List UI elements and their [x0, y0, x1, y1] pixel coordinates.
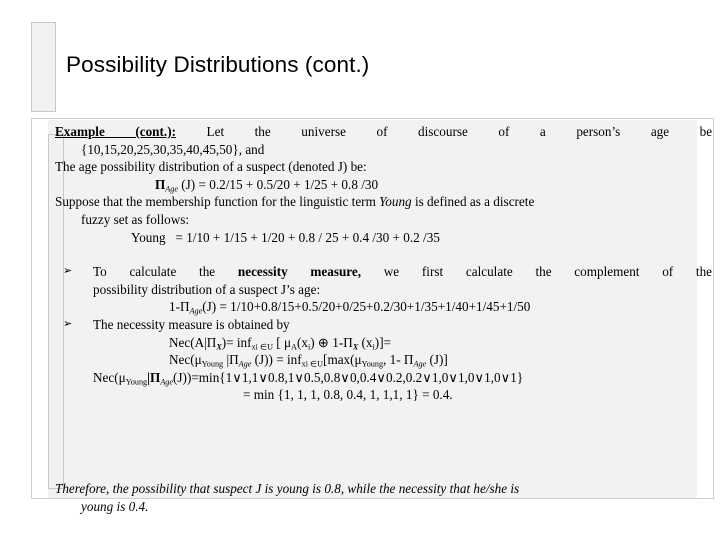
necessity-measure-emphasis: necessity measure,: [237, 264, 362, 280]
nec2-c: (J)) = inf: [251, 352, 302, 368]
bullet-arrow-icon: ➢: [63, 316, 73, 330]
young-definition: Young = 1/10 + 1/15 + 1/20 + 0.8 / 25 + …: [55, 229, 712, 247]
nec2-sub-young: Young: [201, 359, 224, 369]
bullet1-word2-2: calculate: [465, 264, 513, 280]
nec2-f: (J)]: [426, 352, 448, 368]
conclusion-paragraph: Therefore, the possibility that suspect …: [55, 480, 710, 515]
nec2-sub-xiu: xi ∈U: [301, 359, 324, 369]
nec3-a: Nec(μ: [93, 369, 126, 385]
intro-word-9: be: [699, 124, 713, 139]
nec1-a: Nec(A|Π: [169, 334, 217, 350]
bullet1-word2-4: complement: [574, 264, 640, 280]
bullet1-word2-0: we: [383, 264, 400, 280]
nec1-b: )= inf: [221, 334, 252, 350]
bullet1-word2-6: the: [695, 264, 713, 280]
bullet1-word-0: To: [93, 264, 107, 280]
nec2-sub-age2: Age: [413, 359, 427, 369]
nec3-sub-age: Age: [160, 377, 174, 386]
bullet1-word2-3: the: [535, 264, 552, 280]
nec3-sub-young: Young: [125, 377, 148, 386]
nec-formula-line-4: = min {1, 1, 1, 0.8, 0.4, 1, 1,1, 1} = 0…: [243, 387, 453, 403]
nec2-a: Nec(μ: [169, 352, 202, 368]
nec-formula-line-3: Nec(μYoung|ΠAge(J))=min{1∨1,1∨0.8,1∨0.5,…: [93, 369, 712, 387]
nec1-sub-xiu: xi ∈U: [251, 341, 273, 351]
suppose-line-continued: fuzzy set as follows:: [81, 211, 190, 227]
young-value: = 1/10 + 1/15 + 1/20 + 0.8 / 25 + 0.4 /3…: [175, 229, 440, 245]
bullet-arrow-icon: ➢: [63, 264, 73, 278]
nec2-sub-young2: Young: [361, 359, 384, 369]
nec3-b: |Π: [147, 369, 161, 385]
complement-formula: 1-ΠAge(J) = 1/10+0.8/15+0.5/20+0/25+0.2/…: [93, 298, 712, 316]
slide-root: { "slide": { "title": "Possibility Distr…: [0, 0, 720, 540]
intro-word-5: of: [498, 124, 510, 139]
nec-formula-line-1: Nec(A|ΠX)= infxi ∈U [ μA(xi) ⊕ 1-ΠX (xi)…: [93, 334, 712, 352]
nec1-c: [ μ: [272, 334, 292, 350]
conclusion-line-1: Therefore, the possibility that suspect …: [55, 481, 520, 496]
distribution-intro-line: The age possibility distribution of a su…: [55, 159, 367, 175]
intro-word-8: age: [650, 124, 670, 139]
page-title: Possibility Distributions (cont.): [66, 52, 370, 77]
complement-rhs: (J) = 1/10+0.8/15+0.5/20+0/25+0.2/30+1/3…: [202, 299, 531, 315]
suppose-text-pre: Suppose that the membership function for…: [55, 194, 380, 210]
intro-word-6: a: [539, 124, 546, 139]
example-intro-line: Example (cont.): Let the universe of dis…: [55, 123, 712, 141]
intro-word-7: person’s: [576, 124, 621, 139]
example-label: Example (cont.):: [55, 124, 176, 139]
pi-symbol: Π: [155, 176, 166, 192]
complement-lhs: 1-Π: [169, 299, 190, 315]
nec1-g: )]=: [374, 334, 392, 350]
nec3-c: (J))=min{1∨1,1∨0.8,1∨0.5,0.8∨0,0.4∨0.2,0…: [173, 369, 524, 385]
nec2-d: [max(μ: [323, 352, 362, 368]
complement-subscript-age: Age: [189, 306, 203, 316]
bullet-1-second-line: possibility distribution of a suspect J’…: [93, 281, 321, 297]
young-label: Young: [131, 229, 166, 245]
suppose-line: Suppose that the membership function for…: [55, 193, 712, 211]
nec1-d: (x: [296, 334, 308, 350]
pi-subscript-age: Age: [165, 184, 178, 194]
bullet-1-first-line: To calculate the necessity measure, we f…: [93, 263, 712, 281]
formula-pi-age: ΠAge (J) = 0.2/15 + 0.5/20 + 1/25 + 0.8 …: [55, 176, 712, 194]
suppose-text-post: is defined as a discrete: [411, 194, 535, 210]
intro-word-1: the: [254, 124, 271, 139]
universe-set-line: {10,15,20,25,30,35,40,45,50}, and: [81, 141, 265, 157]
intro-word-2: universe: [301, 124, 346, 139]
nec2-b: |Π: [223, 352, 239, 368]
bullet1-word-1: calculate: [129, 264, 177, 280]
nec2-e: , 1- Π: [383, 352, 414, 368]
intro-word-3: of: [376, 124, 388, 139]
bullet1-word-2: the: [199, 264, 216, 280]
young-term-italic: Young: [379, 194, 412, 210]
title-accent-bar: [31, 22, 56, 112]
bullet-2-line: The necessity measure is obtained by: [93, 316, 290, 332]
nec2-sub-age: Age: [238, 359, 252, 369]
nec1-f: (x: [358, 334, 373, 350]
conclusion-line-2: young is 0.4.: [81, 498, 149, 514]
bullet-item-1: ➢ To calculate the necessity measure, we…: [55, 263, 712, 316]
nec-formula-line-2: Nec(μYoung |ΠAge (J)) = infxi ∈U[max(μYo…: [93, 351, 712, 369]
intro-word-0: Let: [206, 124, 225, 139]
intro-word-4: discourse: [418, 124, 468, 139]
bullet1-word2-5: of: [662, 264, 674, 280]
pi-age-value: (J) = 0.2/15 + 0.5/20 + 1/25 + 0.8 /30: [181, 176, 379, 192]
nec1-e: ) ⊕ 1-Π: [310, 334, 353, 350]
slide-body: Example (cont.): Let the universe of dis…: [55, 123, 712, 404]
bullet1-word2-1: first: [421, 264, 444, 280]
bullet-item-2: ➢ The necessity measure is obtained by N…: [55, 316, 712, 404]
